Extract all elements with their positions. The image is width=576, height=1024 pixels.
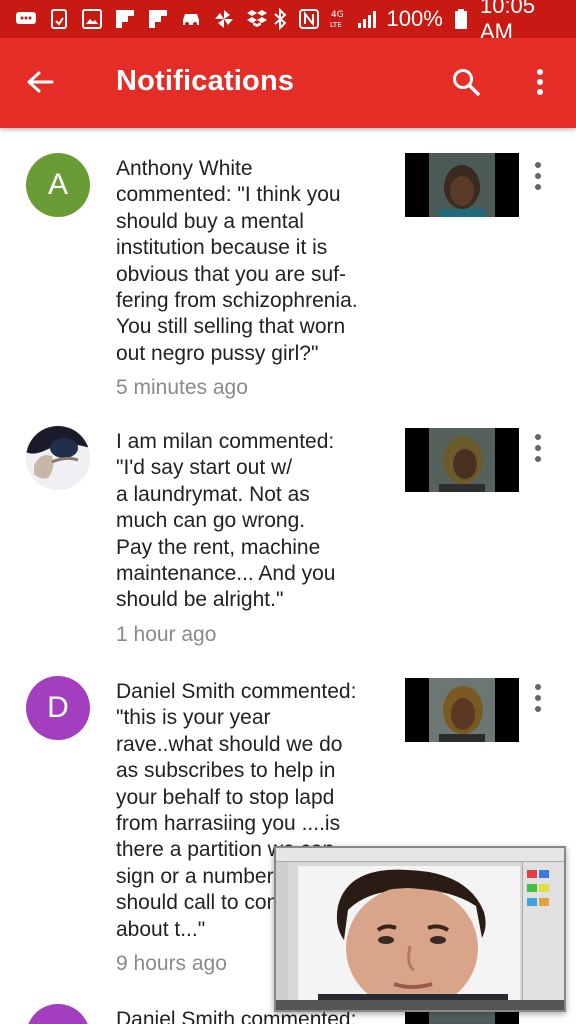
search-icon bbox=[453, 69, 480, 96]
more-vert-dot bbox=[535, 706, 541, 712]
signal-icon bbox=[357, 7, 379, 31]
battery-icon bbox=[451, 7, 472, 31]
notification-line: out negro pussy girl?" bbox=[116, 341, 319, 365]
notification-line: You still selling that worn bbox=[116, 315, 346, 339]
swatch bbox=[539, 870, 549, 878]
more-options-button[interactable] bbox=[522, 62, 558, 102]
avatar[interactable]: D bbox=[26, 1004, 90, 1024]
notification-text: Anthony White commented: "I think you sh… bbox=[116, 156, 396, 402]
notification-time: 1 hour ago bbox=[116, 622, 217, 646]
pinwheel-icon bbox=[212, 7, 236, 31]
swatch bbox=[539, 898, 549, 906]
page-title: Notifications bbox=[116, 65, 295, 97]
nfc-n-icon bbox=[298, 7, 319, 31]
overlay-side-panel bbox=[522, 862, 564, 1010]
item-more-button[interactable] bbox=[526, 158, 550, 194]
notification-line: Pay the rent, machine bbox=[116, 535, 321, 559]
overlay-image bbox=[298, 866, 520, 1004]
overlay-toolbar bbox=[276, 848, 564, 862]
message-icon bbox=[14, 7, 38, 31]
avatar[interactable]: A bbox=[26, 153, 90, 217]
swatch bbox=[527, 870, 537, 878]
avatar-photo bbox=[26, 426, 90, 490]
more-vert-dot bbox=[535, 456, 541, 462]
notification-icons bbox=[14, 7, 269, 31]
notification-line: a laundrymat. Not as bbox=[116, 482, 310, 506]
more-vert-icon bbox=[535, 162, 541, 168]
more-vert-dot bbox=[535, 173, 541, 179]
arrow-back-icon bbox=[27, 71, 54, 93]
4g-lte-icon: 4G LTE bbox=[327, 7, 348, 31]
video-thumbnail[interactable] bbox=[405, 428, 519, 492]
notification-line: as subscribes to help in bbox=[116, 759, 336, 783]
dropbox-icon bbox=[245, 7, 269, 31]
car-icon bbox=[179, 7, 203, 31]
item-more-button[interactable] bbox=[526, 430, 550, 466]
more-vert-icon bbox=[535, 684, 541, 690]
notification-line: fering from schizophrenia. bbox=[116, 289, 358, 313]
avatar-letter: A bbox=[47, 168, 68, 201]
floating-video-overlay[interactable] bbox=[274, 846, 566, 1012]
flipboard-icon bbox=[146, 7, 170, 31]
swatch bbox=[527, 898, 537, 906]
notification-line: institution because it is bbox=[116, 236, 328, 260]
notification-line: "this is your year bbox=[116, 706, 271, 730]
back-button[interactable] bbox=[20, 62, 60, 102]
notification-line: rave..what should we do bbox=[116, 732, 343, 756]
bluetooth-icon bbox=[269, 7, 290, 31]
thumbnail-image bbox=[429, 153, 495, 217]
notification-line: I am milan commented: bbox=[116, 430, 335, 453]
nfc-icon bbox=[47, 7, 71, 31]
video-thumbnail[interactable] bbox=[405, 678, 519, 742]
avatar[interactable] bbox=[26, 426, 90, 490]
item-more-button[interactable] bbox=[526, 680, 550, 716]
avatar-letter: D bbox=[47, 1019, 69, 1024]
svg-text:4G: 4G bbox=[331, 10, 344, 20]
notification-text: I am milan commented: "I'd say start out… bbox=[116, 429, 396, 648]
more-vert-icon bbox=[537, 69, 543, 95]
notification-line: obvious that you are suf- bbox=[116, 262, 346, 286]
more-vert-dot bbox=[535, 445, 541, 451]
svg-text:LTE: LTE bbox=[330, 21, 342, 29]
swatch bbox=[527, 884, 537, 892]
notification-line: your behalf to stop lapd bbox=[116, 785, 335, 809]
notification-line: commented: "I think you bbox=[116, 183, 341, 207]
search-button[interactable] bbox=[446, 62, 486, 102]
flipboard-icon bbox=[113, 7, 137, 31]
notification-line: much can go wrong. bbox=[116, 509, 306, 533]
notification-line: maintenance... And you bbox=[116, 562, 336, 586]
notification-line: from harrasiing you ....is bbox=[116, 812, 341, 836]
more-vert-dot bbox=[535, 184, 541, 190]
notification-time: 5 minutes ago bbox=[116, 376, 248, 400]
notification-line: should buy a mental bbox=[116, 209, 304, 233]
overlay-tool-strip bbox=[276, 862, 288, 1002]
overlay-taskbar bbox=[276, 1000, 564, 1010]
avatar[interactable]: D bbox=[26, 676, 90, 740]
more-vert-dot bbox=[535, 695, 541, 701]
swatch bbox=[539, 884, 549, 892]
notification-line: "I'd say start out w/ bbox=[116, 456, 293, 480]
notification-item[interactable]: I am milan commented: "I'd say start out… bbox=[0, 414, 576, 664]
avatar-letter: D bbox=[47, 691, 69, 724]
notification-line: Anthony White bbox=[116, 157, 253, 180]
notification-line: Daniel Smith commented: bbox=[116, 680, 357, 703]
video-thumbnail[interactable] bbox=[405, 153, 519, 217]
battery-percent: 100% bbox=[386, 6, 443, 31]
more-vert-icon bbox=[535, 434, 541, 440]
notification-line: should be alright." bbox=[116, 588, 284, 612]
thumbnail-image bbox=[429, 428, 495, 492]
gallery-icon bbox=[80, 7, 104, 31]
status-bar: 4G LTE 100% 10:05 AM bbox=[0, 0, 576, 44]
thumbnail-image bbox=[429, 678, 495, 742]
notification-item[interactable]: A Anthony White commented: "I think you … bbox=[0, 128, 576, 414]
app-bar: Notifications bbox=[0, 38, 576, 128]
